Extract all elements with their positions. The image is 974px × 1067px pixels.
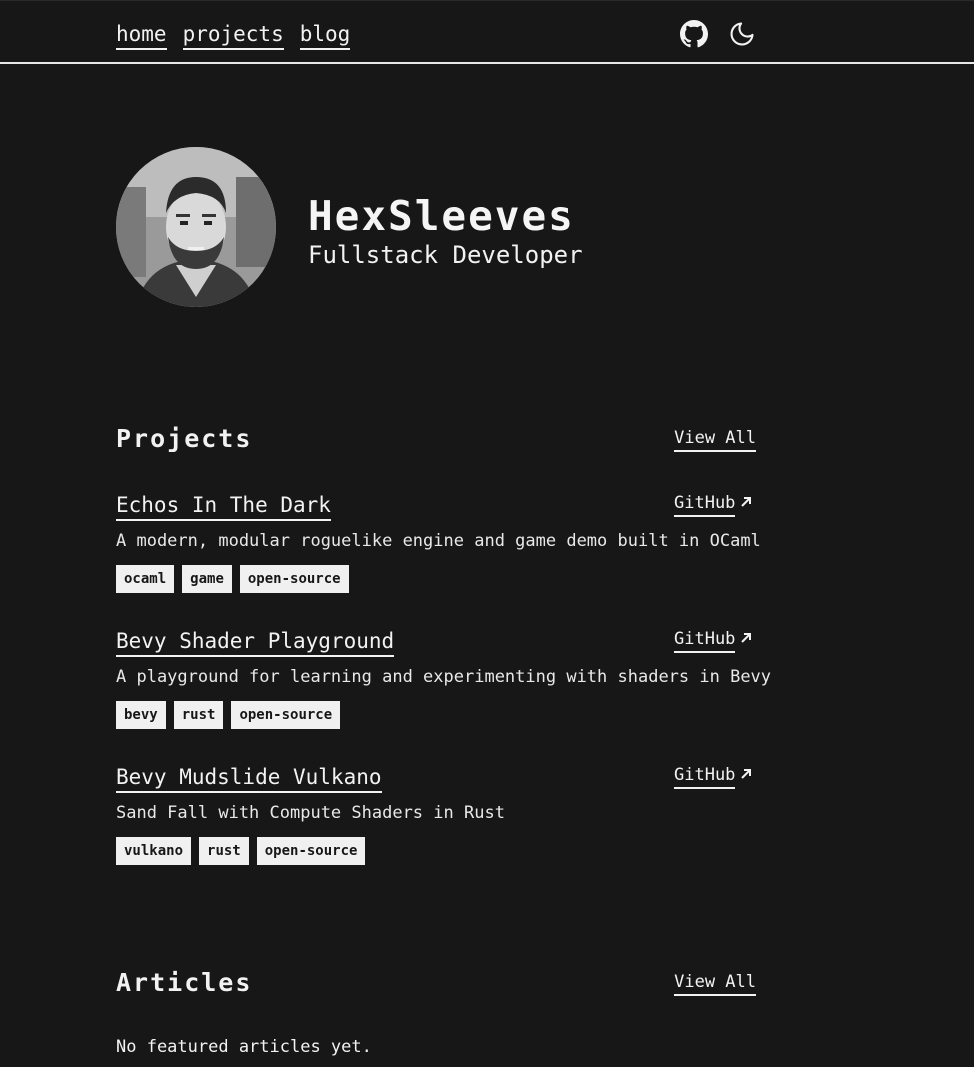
articles-empty-message: No featured articles yet. (116, 1037, 372, 1057)
articles-title: Articles (116, 968, 253, 997)
nav-links: home projects blog (116, 20, 351, 50)
github-link-label: GitHub (674, 763, 736, 789)
project-title-link[interactable]: Bevy Shader Playground (116, 627, 395, 657)
project-tags: vulkano rust open-source (116, 837, 366, 865)
project-description: A modern, modular roguelike engine and g… (116, 531, 761, 551)
external-arrow-icon (739, 764, 753, 788)
projects-header: Projects View All (116, 422, 756, 456)
articles-header: Articles View All (116, 966, 756, 1000)
external-arrow-icon (739, 628, 753, 652)
project-card: Bevy Mudslide Vulkano GitHub Sand Fall w… (116, 763, 756, 875)
github-icon[interactable] (680, 20, 708, 48)
hero-name: HexSleeves (308, 192, 575, 240)
project-card: Echos In The Dark GitHub A modern, modul… (116, 491, 761, 603)
github-link-label: GitHub (674, 491, 736, 517)
nav-link-projects[interactable]: projects (182, 20, 284, 50)
tag: bevy (116, 701, 166, 729)
project-github-link[interactable]: GitHub (674, 763, 753, 789)
tag: open-source (256, 837, 366, 865)
project-title-link[interactable]: Bevy Mudslide Vulkano (116, 763, 382, 793)
articles-view-all-link[interactable]: View All (674, 970, 756, 996)
project-tags: bevy rust open-source (116, 701, 341, 729)
top-navbar: home projects blog (0, 0, 974, 64)
project-tags: ocaml game open-source (116, 565, 349, 593)
project-description: A playground for learning and experiment… (116, 667, 772, 687)
nav-link-blog[interactable]: blog (299, 20, 351, 50)
avatar (116, 147, 276, 307)
nav-link-home[interactable]: home (116, 20, 167, 50)
project-description: Sand Fall with Compute Shaders in Rust (116, 803, 505, 823)
tag: open-source (231, 701, 341, 729)
tag: vulkano (116, 837, 192, 865)
project-github-link[interactable]: GitHub (674, 491, 753, 517)
tag: rust (199, 837, 249, 865)
hero-role: Fullstack Developer (308, 241, 583, 269)
tag: ocaml (116, 565, 175, 593)
tag: open-source (239, 565, 349, 593)
external-arrow-icon (739, 492, 753, 516)
project-title-link[interactable]: Echos In The Dark (116, 491, 331, 521)
github-link-label: GitHub (674, 627, 736, 653)
nav-icons (680, 20, 756, 48)
project-github-link[interactable]: GitHub (674, 627, 753, 653)
tag: rust (173, 701, 224, 729)
projects-title: Projects (116, 424, 253, 453)
tag: game (182, 565, 232, 593)
projects-view-all-link[interactable]: View All (674, 426, 756, 452)
moon-icon[interactable] (728, 20, 756, 48)
project-card: Bevy Shader Playground GitHub A playgrou… (116, 627, 771, 739)
